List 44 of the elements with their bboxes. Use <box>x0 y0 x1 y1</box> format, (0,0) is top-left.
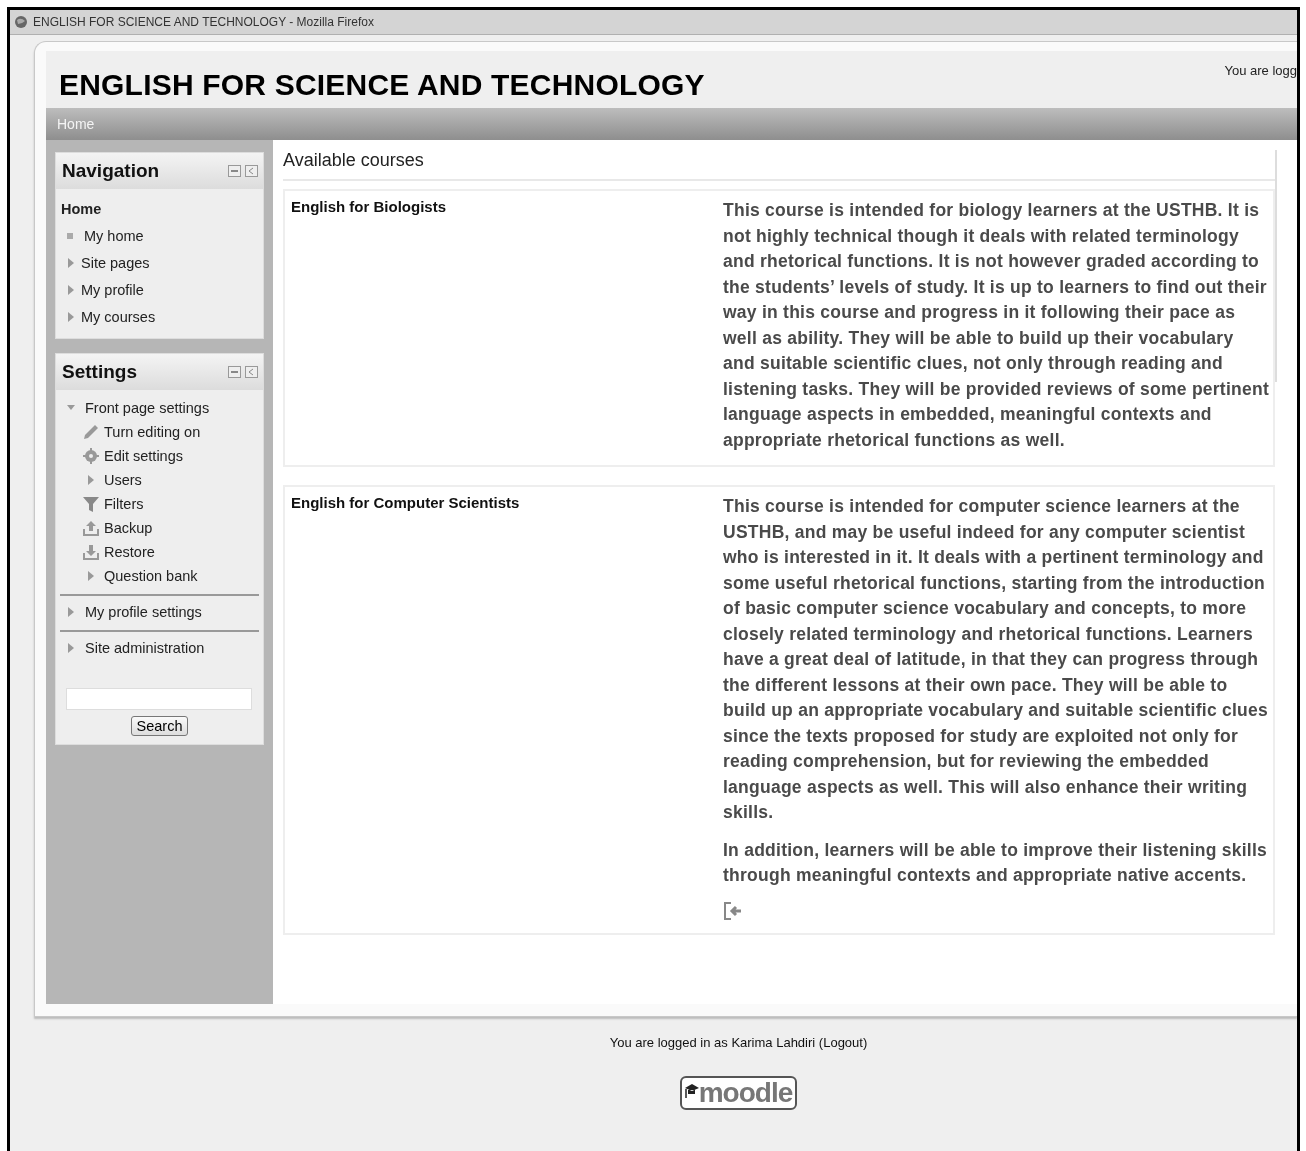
settings-item[interactable]: Front page settings <box>85 400 210 416</box>
login-status-text: You are logged in as Karima Lahdiri (Logout) <box>609 1035 868 1050</box>
nav-item[interactable]: My profile <box>81 281 144 298</box>
moodle-logo[interactable]: moodle <box>679 1076 798 1110</box>
settings-item[interactable]: Turn editing on <box>104 424 201 440</box>
settings-item[interactable]: Filters <box>104 496 144 512</box>
course-description: In addition, learners will be able to improve their listening skills through meaningful contexts and appropriate native accents. <box>723 838 1269 887</box>
settings-item[interactable]: Site administration <box>85 640 205 656</box>
course-name[interactable]: English for Computer Scientists <box>291 494 520 511</box>
login-info: You are logg <box>1224 63 1297 78</box>
settings-item[interactable]: Users <box>104 472 142 488</box>
settings-item[interactable]: My profile settings <box>85 604 202 620</box>
course-description: This course is intended for computer science learners at the USTHB, and may be useful indeed for any computer scientist who is interested in it. It deals with a pertinent terminology and some useful rhetorical functions, starting from the introduction of basic computer science vocabulary and concepts, to more closely related terminology and rhetorical functions. Learners have a great deal of latitude, in that they can progress through the different lessons at their own pace. They will be able to build up an appropriate vocabulary and suitable scientific clues since the texts proposed for study are exploited not only for reading comprehension, but for reviewing the embedded language aspects as well. This will also enhance their writing skills. <box>723 495 1270 824</box>
expander-icon <box>67 311 75 322</box>
settings-item[interactable]: Question bank <box>104 568 198 584</box>
settings-item[interactable]: Edit settings <box>104 448 183 464</box>
course-description: This course is intended for biology learners at the USTHB. It is not highly technical though it deals with related terminology and rhetorical functions. It is not however graded according to the students’ levels of study. It is up to learners to find out their way in this course and progress in it following their pace as well as ability. They will be able to build up their vocabulary and suitable scientific clues, not only through reading and listening tasks. They will be provided reviews of some pertinent language aspects in embedded, meaningful contexts and appropriate rhetorical functions as well. <box>723 199 1270 452</box>
course-name[interactable]: English for Biologists <box>291 198 446 215</box>
search-field[interactable] <box>66 688 252 710</box>
nav-item[interactable]: My courses <box>81 308 156 325</box>
nav-item[interactable]: Home <box>61 200 102 217</box>
logout-link[interactable]: (Logout) <box>818 1035 868 1050</box>
dock-icon[interactable] <box>245 366 258 378</box>
settings-item[interactable]: Restore <box>104 544 155 560</box>
block-title: Navigation <box>62 160 160 182</box>
dock-icon[interactable] <box>245 165 258 177</box>
collapse-icon[interactable] <box>228 165 241 177</box>
expander-icon <box>67 257 75 268</box>
nav-item[interactable]: Site pages <box>81 254 150 271</box>
expander-icon <box>87 475 95 485</box>
expander-icon <box>87 571 95 581</box>
expander-icon <box>67 607 75 617</box>
bullet-icon <box>67 232 73 239</box>
site-title: ENGLISH FOR SCIENCE AND TECHNOLOGY <box>59 68 705 102</box>
enrol-icon[interactable] <box>723 900 743 921</box>
window-title: ENGLISH FOR SCIENCE AND TECHNOLOGY - Mozilla Firefox <box>33 15 374 29</box>
section-heading: Available courses <box>283 150 1275 181</box>
expander-icon <box>67 643 75 653</box>
expander-icon <box>67 284 75 295</box>
search-button[interactable]: Search <box>130 716 189 736</box>
block-title: Settings <box>62 361 137 383</box>
nav-item[interactable]: My home <box>84 227 144 244</box>
settings-item[interactable]: Backup <box>104 520 153 536</box>
collapse-icon[interactable] <box>228 366 241 378</box>
